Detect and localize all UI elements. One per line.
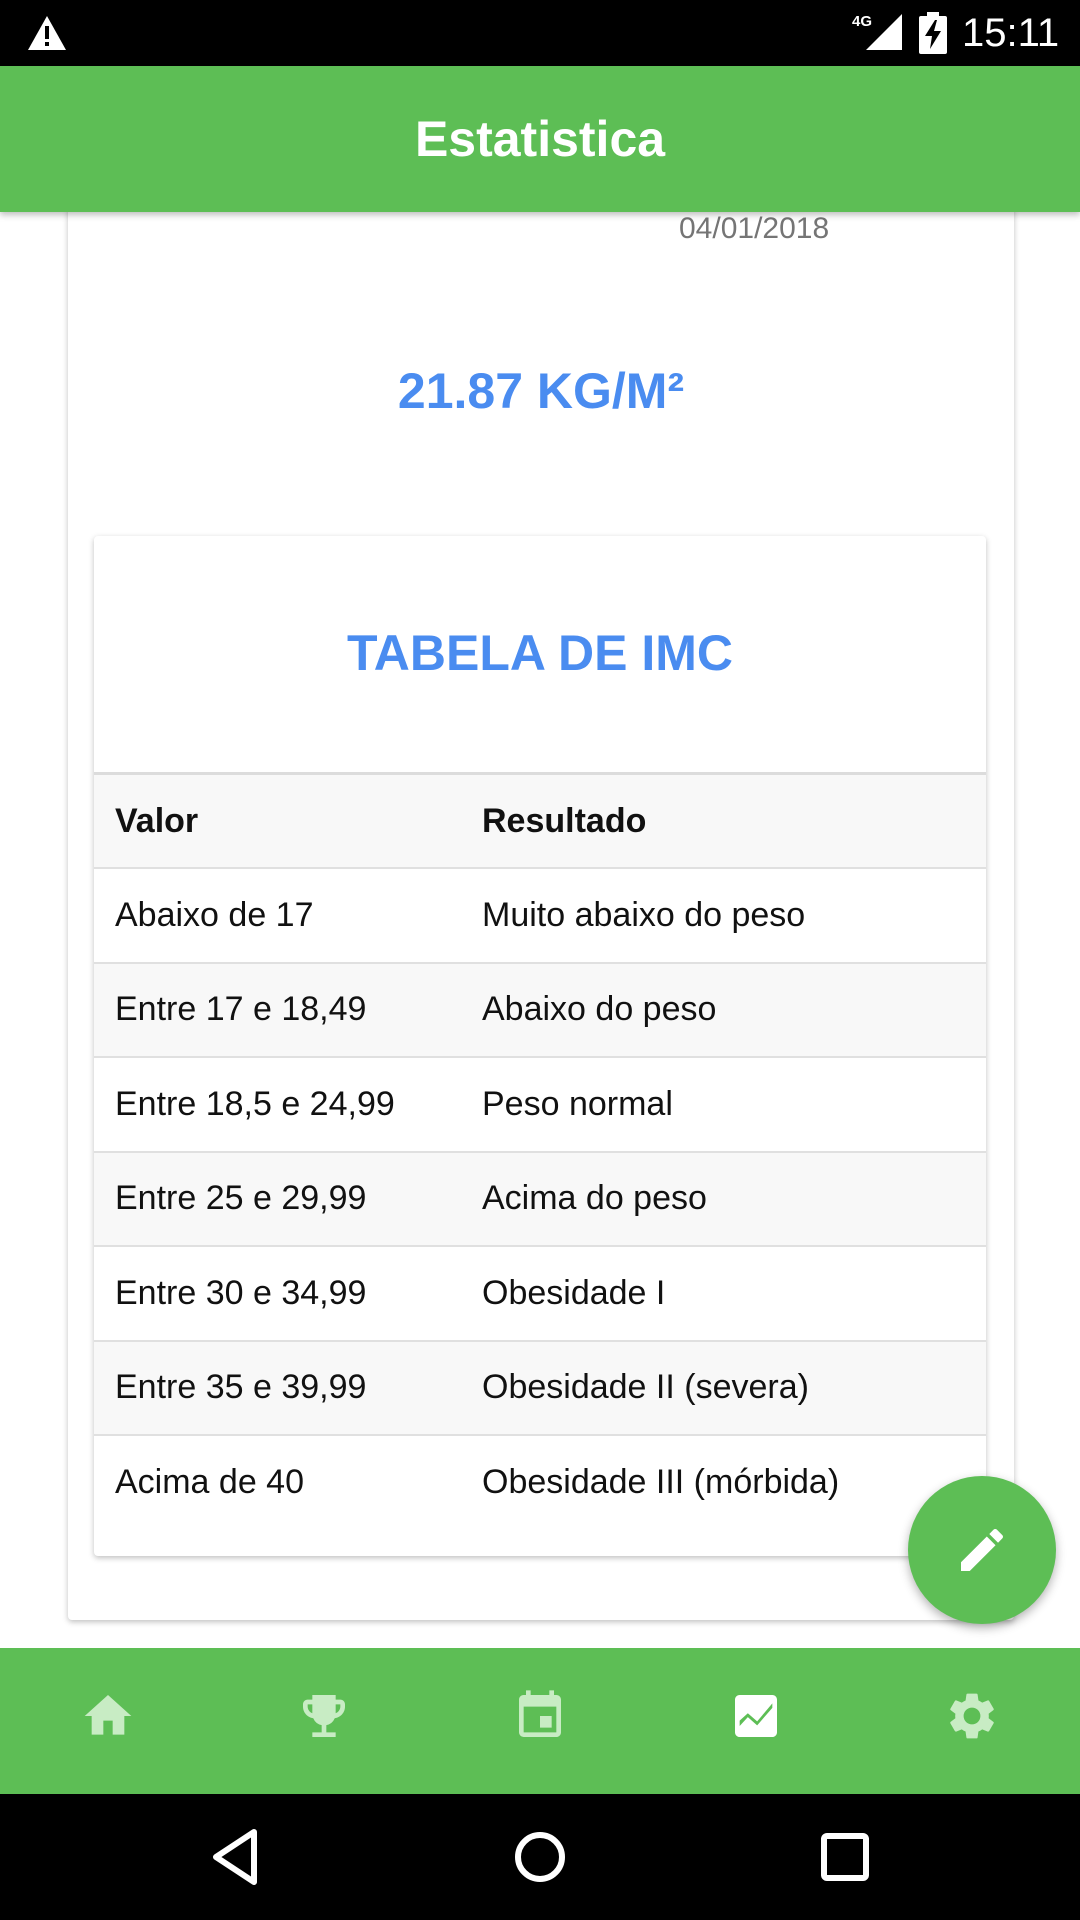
table-row: Entre 35 e 39,99 Obesidade II (severa) xyxy=(94,1339,986,1435)
bottom-navigation xyxy=(0,1648,1080,1794)
table-row: Entre 18,5 e 24,99 Peso normal xyxy=(94,1056,986,1152)
page-title: Estatistica xyxy=(414,111,666,167)
bmi-value: 21.87 KG/M² xyxy=(397,363,685,419)
row-resultado: Muito abaixo do peso xyxy=(482,867,986,963)
system-navigation-bar xyxy=(0,1794,1080,1920)
imc-table: Valor Resultado Abaixo de 17 Muito abaix… xyxy=(94,772,986,1530)
imc-table-title: TABELA DE IMC xyxy=(346,625,734,681)
back-icon[interactable] xyxy=(204,1824,270,1890)
header-resultado: Resultado xyxy=(482,772,986,868)
row-resultado: Obesidade II (severa) xyxy=(482,1339,986,1435)
nav-item-statistics[interactable] xyxy=(648,1648,864,1794)
record-date: 04/01/2018 xyxy=(679,212,830,245)
table-row: Entre 30 e 34,99 Obesidade I xyxy=(94,1245,986,1341)
status-bar: 4G 15:11 xyxy=(0,0,1080,66)
recents-icon[interactable] xyxy=(812,1824,878,1890)
row-valor: Entre 17 e 18,49 xyxy=(94,961,482,1057)
main-content[interactable]: 04/01/2018 21.87 KG/M² TABELA DE IMC Val… xyxy=(0,212,1080,1648)
row-resultado: Abaixo do peso xyxy=(482,961,986,1057)
nav-item-trophy[interactable] xyxy=(216,1648,432,1794)
row-valor: Entre 25 e 29,99 xyxy=(94,1150,482,1246)
table-row: Acima de 40 Obesidade III (mórbida) xyxy=(94,1434,986,1530)
row-resultado: Acima do peso xyxy=(482,1150,986,1246)
table-row: Entre 25 e 29,99 Acima do peso xyxy=(94,1150,986,1246)
pencil-icon xyxy=(961,1528,1004,1571)
row-valor: Entre 35 e 39,99 xyxy=(94,1339,482,1435)
bmi-record-card: 04/01/2018 21.87 KG/M² TABELA DE IMC Val… xyxy=(68,212,1014,1620)
home-circle-icon[interactable] xyxy=(507,1824,573,1890)
row-valor: Entre 30 e 34,99 xyxy=(94,1245,482,1341)
row-resultado: Obesidade I xyxy=(482,1245,986,1341)
row-valor: Entre 18,5 e 24,99 xyxy=(94,1056,482,1152)
battery-charging-icon xyxy=(919,12,947,54)
table-row: Entre 17 e 18,49 Abaixo do peso xyxy=(94,961,986,1057)
home-icon xyxy=(84,1695,132,1735)
row-resultado: Peso normal xyxy=(482,1056,986,1152)
nav-item-home[interactable] xyxy=(0,1648,216,1794)
imc-table-card: TABELA DE IMC Valor Resultado Abaixo de … xyxy=(94,536,986,1556)
row-resultado: Obesidade III (mórbida) xyxy=(482,1434,986,1530)
table-header-row: Valor Resultado xyxy=(94,772,986,868)
nav-item-settings[interactable] xyxy=(864,1648,1080,1794)
header-valor: Valor xyxy=(94,772,482,868)
row-valor: Abaixo de 17 xyxy=(94,867,482,963)
table-row: Abaixo de 17 Muito abaixo do peso xyxy=(94,867,986,963)
edit-fab-button[interactable] xyxy=(908,1476,1056,1624)
network-type-label: 4G xyxy=(852,13,872,30)
gear-icon xyxy=(950,1693,994,1739)
chart-icon xyxy=(735,1695,777,1737)
status-time: 15:11 xyxy=(962,11,1060,55)
warning-icon xyxy=(28,16,66,50)
row-valor: Acima de 40 xyxy=(94,1434,482,1530)
signal-icon: 4G xyxy=(852,13,902,50)
app-bar: Estatistica xyxy=(0,66,1080,212)
calendar-icon xyxy=(519,1690,561,1737)
nav-item-calendar[interactable] xyxy=(432,1648,648,1794)
trophy-icon xyxy=(303,1695,345,1737)
